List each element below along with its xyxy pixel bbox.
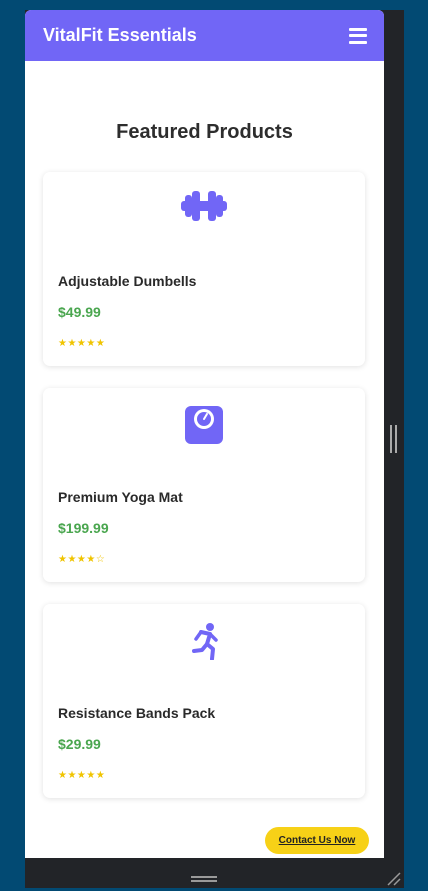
product-price: $49.99 bbox=[58, 304, 101, 320]
device-bottom-bar bbox=[25, 858, 384, 888]
product-name: Resistance Bands Pack bbox=[58, 705, 216, 721]
product-rating: ★★★★☆ bbox=[58, 554, 106, 565]
product-price: $199.99 bbox=[58, 520, 109, 536]
product-card-resistance-bands[interactable]: Resistance Bands Pack $29.99 ★★★★★ bbox=[43, 604, 365, 798]
hamburger-menu-icon[interactable] bbox=[349, 27, 367, 44]
section-title: Featured Products bbox=[116, 121, 293, 143]
scale-icon bbox=[181, 406, 227, 444]
product-name: Adjustable Dumbells bbox=[58, 273, 197, 289]
app-viewport: VitalFit Essentials Featured Products Ad… bbox=[25, 10, 384, 858]
contact-us-button[interactable]: Contact Us Now bbox=[265, 827, 369, 854]
resize-handle-icon[interactable] bbox=[390, 425, 398, 453]
product-rating: ★★★★★ bbox=[58, 338, 106, 349]
product-card-dumbbells[interactable]: Adjustable Dumbells $49.99 ★★★★★ bbox=[43, 172, 365, 366]
product-card-yoga-mat[interactable]: Premium Yoga Mat $199.99 ★★★★☆ bbox=[43, 388, 365, 582]
product-price: $29.99 bbox=[58, 736, 101, 752]
running-person-icon bbox=[181, 622, 227, 660]
product-name: Premium Yoga Mat bbox=[58, 489, 183, 505]
app-header: VitalFit Essentials bbox=[25, 10, 384, 61]
resize-grip-icon[interactable] bbox=[385, 870, 401, 886]
dumbbell-icon bbox=[181, 190, 227, 228]
brand-title[interactable]: VitalFit Essentials bbox=[43, 25, 197, 46]
product-rating: ★★★★★ bbox=[58, 770, 106, 781]
home-indicator-icon[interactable] bbox=[191, 876, 217, 883]
